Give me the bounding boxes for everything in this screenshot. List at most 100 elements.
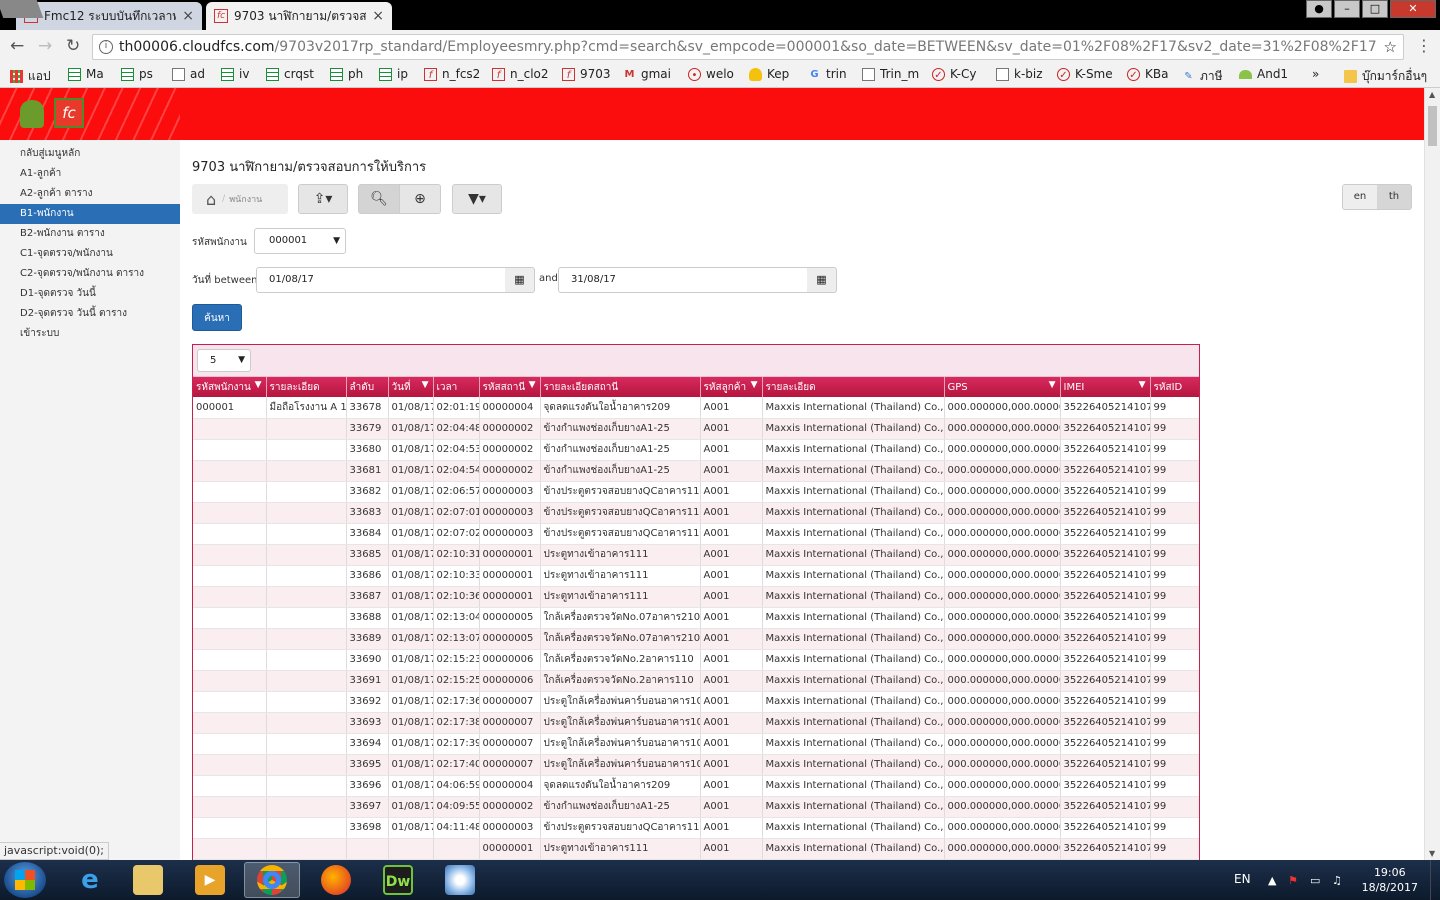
table-row[interactable]: 33680 01/08/17 02:04:53 00000002 ข้างกำแพงช่…: [193, 439, 1199, 461]
table-row[interactable]: 33695 01/08/17 02:17:40 00000007 ประตูใกล้เค…: [193, 754, 1199, 776]
table-row[interactable]: 33679 01/08/17 02:04:48 00000002 ข้างกำแพงช่…: [193, 418, 1199, 440]
bookmark-gmail[interactable]: Mgmai: [623, 67, 671, 81]
table-row[interactable]: 33697 01/08/17 04:09:55 00000002 ข้างกำแพงช่…: [193, 796, 1199, 818]
url-input[interactable]: i th00006.cloudfcs.com/9703v2017rp_stand…: [92, 34, 1404, 60]
taskbar-firefox[interactable]: [308, 862, 364, 898]
back-icon[interactable]: ←: [10, 36, 24, 56]
sidebar-item-c1[interactable]: C1-จุดตรวจ/พนักงาน: [0, 244, 180, 264]
bookmark-tax[interactable]: ✎ ภาษี: [1182, 67, 1222, 86]
bookmark-n-clo2[interactable]: f n_clo2: [492, 67, 549, 81]
network-icon[interactable]: ▭: [1310, 874, 1320, 887]
input-language[interactable]: EN: [1234, 872, 1251, 886]
reload-icon[interactable]: ↻: [66, 36, 80, 56]
bookmark-trin[interactable]: Gtrin: [808, 67, 846, 81]
home-icon[interactable]: ⌂: [206, 190, 216, 209]
table-row[interactable]: 33683 01/08/17 02:07:01 00000003 ข้างประตูตร…: [193, 502, 1199, 524]
table-row[interactable]: 000001 มือถือโรงงาน A 1 33678 01/08/17 02:01…: [193, 397, 1199, 419]
sidebar-item-b1[interactable]: B1-พนักงาน: [0, 204, 180, 224]
employee-code-select[interactable]: 000001 ▼: [254, 228, 346, 254]
bookmark-ps[interactable]: ps: [121, 67, 153, 81]
lang-en-button[interactable]: en: [1343, 185, 1377, 209]
bookmark-and1[interactable]: And1: [1239, 67, 1288, 81]
table-row[interactable]: 33696 01/08/17 04:06:59 00000004 จุดลดแรงดัน…: [193, 775, 1199, 797]
column-header[interactable]: รหัสลูกค้า ▼: [700, 377, 763, 397]
bookmark-ip[interactable]: ip: [379, 67, 408, 81]
calendar-icon[interactable]: ▦: [505, 267, 535, 293]
sidebar-item-login[interactable]: เข้าระบบ: [0, 324, 180, 344]
column-header[interactable]: วันที่ ▼: [388, 377, 434, 397]
table-row[interactable]: 33694 01/08/17 02:17:39 00000007 ประตูใกล้เค…: [193, 733, 1199, 755]
scroll-up-icon[interactable]: ▲: [1429, 90, 1435, 99]
system-clock[interactable]: 19:06 18/8/2017: [1362, 865, 1418, 895]
sidebar-item-main-menu[interactable]: กลับสู่เมนูหลัก: [0, 144, 180, 164]
sidebar-item-b2[interactable]: B2-พนักงาน ตาราง: [0, 224, 180, 244]
sidebar-item-d2[interactable]: D2-จุดตรวจ วันนี้ ตาราง: [0, 304, 180, 324]
search-button[interactable]: ค้นหา: [192, 304, 242, 331]
table-row[interactable]: 33692 01/08/17 02:17:36 00000007 ประตูใกล้เค…: [193, 691, 1199, 713]
bookmark-k-cy[interactable]: ✓ K-Cy: [932, 67, 976, 81]
bookmark-k-sme[interactable]: ✓ K-Sme: [1057, 67, 1113, 81]
date-from-input[interactable]: 01/08/17: [256, 267, 506, 293]
bookmark-welo[interactable]: • welo: [688, 67, 734, 81]
page-scrollbar[interactable]: ▲ ▼: [1424, 88, 1440, 860]
bookmark-kep[interactable]: Kep: [749, 67, 789, 81]
table-row[interactable]: 33698 01/08/17 04:11:48 00000003 ข้างประตูตร…: [193, 817, 1199, 839]
menu-kebab-icon[interactable]: ⋮: [1416, 36, 1432, 55]
action-center-icon[interactable]: ⚑: [1288, 874, 1298, 887]
table-row[interactable]: 33681 01/08/17 02:04:54 00000002 ข้างกำแพงช่…: [193, 460, 1199, 482]
column-header[interactable]: รหัสพนักงาน ▼: [193, 377, 267, 397]
bookmark-star-icon[interactable]: ☆: [1384, 35, 1397, 59]
bookmark-other[interactable]: บุ๊กมาร์กอื่นๆ: [1344, 67, 1427, 86]
start-button[interactable]: [4, 862, 46, 898]
page-size-select[interactable]: 5 ▼: [197, 349, 251, 372]
new-tab-button[interactable]: [0, 0, 44, 18]
bookmark-k-biz[interactable]: k-biz: [996, 67, 1043, 81]
sidebar-item-a2[interactable]: A2-ลูกค้า ตาราง: [0, 184, 180, 204]
export-button[interactable]: ⇪▾: [298, 184, 348, 214]
show-hidden-icons-icon[interactable]: ▲: [1268, 874, 1276, 887]
column-header[interactable]: เวลา: [433, 377, 480, 397]
forward-icon[interactable]: →: [38, 36, 52, 56]
browser-tab-9703[interactable]: fc 9703 นาฬิกายาม/ตรวจสอบ ×: [206, 2, 392, 30]
column-header[interactable]: ลำดับ: [346, 377, 389, 397]
sidebar-item-d1[interactable]: D1-จุดตรวจ วันนี้: [0, 284, 180, 304]
maximize-icon[interactable]: □: [1362, 0, 1388, 18]
bookmark-ad[interactable]: ad: [172, 67, 205, 81]
column-header[interactable]: รายละเอียด: [762, 377, 945, 397]
bookmark-iv[interactable]: iv: [221, 67, 249, 81]
column-filter-icon[interactable]: ▼: [1139, 380, 1146, 390]
bookmark-apps[interactable]: แอป: [10, 67, 51, 86]
date-to-input[interactable]: 31/08/17: [558, 267, 808, 293]
scroll-down-icon[interactable]: ▼: [1429, 849, 1435, 858]
table-row[interactable]: 33682 01/08/17 02:06:57 00000003 ข้างประตูตร…: [193, 481, 1199, 503]
column-filter-icon[interactable]: ▼: [1049, 380, 1056, 390]
column-header[interactable]: รหัสID: [1150, 377, 1199, 397]
column-header[interactable]: IMEI ▼: [1060, 377, 1151, 397]
lang-th-button[interactable]: th: [1377, 185, 1411, 209]
scrollbar-thumb[interactable]: [1428, 106, 1437, 146]
taskbar-paint[interactable]: [432, 862, 488, 898]
taskbar-chrome[interactable]: [244, 862, 300, 898]
bookmark-crqst[interactable]: crqst: [266, 67, 314, 81]
close-tab-icon[interactable]: ×: [372, 8, 384, 24]
column-filter-icon[interactable]: ▼: [529, 380, 536, 390]
taskbar-explorer[interactable]: [120, 862, 176, 898]
bookmark-ph[interactable]: ph: [330, 67, 363, 81]
table-row[interactable]: 33691 01/08/17 02:15:25 00000006 ใกล้เครื่อง…: [193, 670, 1199, 692]
advanced-search-button[interactable]: ⊕: [399, 184, 441, 214]
calendar-icon[interactable]: ▦: [807, 267, 837, 293]
sidebar-item-a1[interactable]: A1-ลูกค้า: [0, 164, 180, 184]
column-header[interactable]: รหัสสถานี ▼: [479, 377, 541, 397]
more-bookmarks-chevron-icon[interactable]: »: [1312, 67, 1319, 81]
table-row[interactable]: 33685 01/08/17 02:10:31 00000001 ประตูทางเข้…: [193, 544, 1199, 566]
sidebar-item-c2[interactable]: C2-จุดตรวจ/พนักงาน ตาราง: [0, 264, 180, 284]
volume-icon[interactable]: ♫: [1332, 874, 1342, 887]
table-row[interactable]: 33693 01/08/17 02:17:38 00000007 ประตูใกล้เค…: [193, 712, 1199, 734]
column-header[interactable]: รายละเอียด: [266, 377, 347, 397]
table-row[interactable]: 33690 01/08/17 02:15:23 00000006 ใกล้เครื่อง…: [193, 649, 1199, 671]
close-window-icon[interactable]: ✕: [1390, 0, 1436, 18]
bookmark-9703[interactable]: f 9703: [562, 67, 611, 81]
taskbar-ie[interactable]: e: [62, 862, 118, 898]
browser-tab-fmc12[interactable]: fc Fmc12 ระบบบันทึกเวลาพนัก ×: [16, 2, 202, 30]
bookmark-ma[interactable]: Ma: [68, 67, 104, 81]
